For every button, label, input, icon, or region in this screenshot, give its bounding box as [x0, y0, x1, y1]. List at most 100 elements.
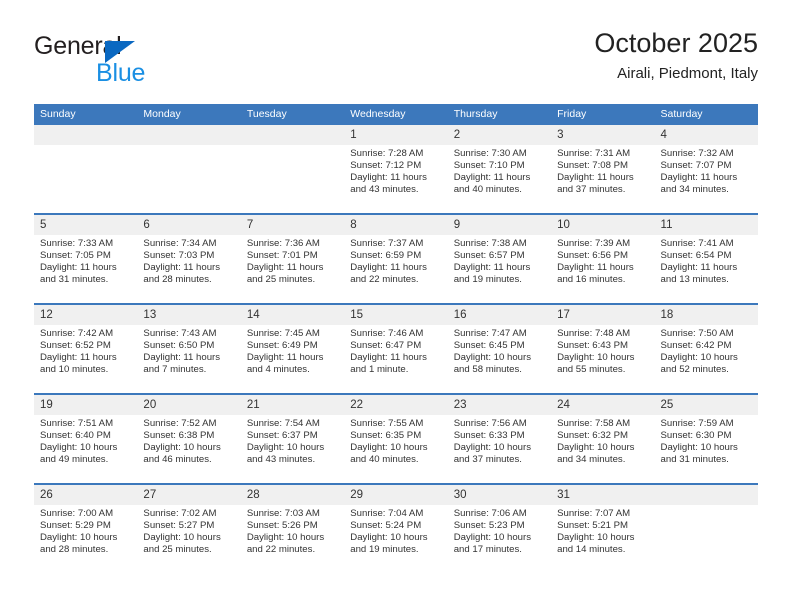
- day-number: [240, 125, 345, 145]
- calendar-day-cell[interactable]: 14 Sunrise: 7:45 AM Sunset: 6:49 PM Dayligh…: [240, 303, 345, 394]
- day-number: 11: [654, 215, 758, 235]
- sunrise-text: Sunrise: 7:34 AM: [143, 238, 217, 249]
- calendar-day-cell-empty[interactable]: [34, 125, 138, 214]
- calendar-day-cell[interactable]: 27 Sunrise: 7:02 AM Sunset: 5:27 PM Dayligh…: [137, 483, 241, 573]
- sunrise-text: Sunrise: 7:48 AM: [557, 328, 631, 339]
- sunset-text: Sunset: 7:01 PM: [246, 250, 318, 262]
- day-number: 23: [447, 395, 552, 415]
- calendar-day-cell[interactable]: 28 Sunrise: 7:03 AM Sunset: 5:26 PM Dayligh…: [240, 483, 345, 573]
- page-title: October 2025: [594, 28, 758, 58]
- calendar-day-cell[interactable]: 3 Sunrise: 7:31 AM Sunset: 7:08 PM Daylight…: [551, 125, 655, 214]
- daylight-text-line2: and 55 minutes.: [557, 364, 626, 376]
- calendar-day-cell[interactable]: 20 Sunrise: 7:52 AM Sunset: 6:38 PM Dayligh…: [137, 393, 241, 484]
- calendar-day-cell[interactable]: 10 Sunrise: 7:39 AM Sunset: 6:56 PM Dayligh…: [551, 213, 655, 304]
- sunrise-text: Sunrise: 7:30 AM: [453, 148, 527, 159]
- daylight-text-line2: and 49 minutes.: [40, 454, 109, 466]
- day-sun-info: Sunrise: 7:03 AM Sunset: 5:26 PM Daylight:…: [241, 505, 344, 556]
- calendar-day-cell[interactable]: 22 Sunrise: 7:55 AM Sunset: 6:35 PM Dayligh…: [344, 393, 448, 484]
- sunset-text: Sunset: 6:38 PM: [143, 430, 215, 442]
- daylight-text-line2: and 22 minutes.: [350, 274, 419, 286]
- weekday-header-tuesday: Tuesday: [240, 104, 345, 125]
- sunrise-text: Sunrise: 7:39 AM: [557, 238, 631, 249]
- day-number: [654, 485, 758, 505]
- calendar-day-cell[interactable]: 26 Sunrise: 7:00 AM Sunset: 5:29 PM Dayligh…: [34, 483, 138, 573]
- day-sun-info: Sunrise: 7:47 AM Sunset: 6:45 PM Daylight:…: [448, 325, 551, 376]
- day-sun-info: Sunrise: 7:51 AM Sunset: 6:40 PM Daylight:…: [34, 415, 137, 466]
- daylight-text-line1: Daylight: 10 hours: [350, 532, 428, 544]
- calendar-day-cell-empty[interactable]: [654, 483, 758, 573]
- calendar-day-cell[interactable]: 18 Sunrise: 7:50 AM Sunset: 6:42 PM Dayligh…: [654, 303, 758, 394]
- day-sun-info: Sunrise: 7:00 AM Sunset: 5:29 PM Daylight:…: [34, 505, 137, 556]
- sunset-text: Sunset: 6:30 PM: [660, 430, 732, 442]
- sunrise-sunset-calendar: Sunday Monday Tuesday Wednesday Thursday…: [34, 104, 758, 573]
- calendar-day-cell[interactable]: 31 Sunrise: 7:07 AM Sunset: 5:21 PM Dayligh…: [551, 483, 655, 573]
- calendar-day-cell[interactable]: 25 Sunrise: 7:59 AM Sunset: 6:30 PM Dayligh…: [654, 393, 758, 484]
- sunset-text: Sunset: 6:40 PM: [40, 430, 111, 442]
- sunrise-text: Sunrise: 7:55 AM: [350, 418, 424, 429]
- day-sun-info: Sunrise: 7:46 AM Sunset: 6:47 PM Daylight:…: [344, 325, 447, 376]
- daylight-text-line1: Daylight: 11 hours: [246, 352, 324, 364]
- calendar-day-cell[interactable]: 19 Sunrise: 7:51 AM Sunset: 6:40 PM Dayligh…: [34, 393, 138, 484]
- sunrise-text: Sunrise: 7:33 AM: [40, 238, 114, 249]
- daylight-text-line2: and 34 minutes.: [660, 184, 729, 196]
- day-number: 21: [240, 395, 345, 415]
- daylight-text-line1: Daylight: 11 hours: [246, 262, 324, 274]
- daylight-text-line2: and 19 minutes.: [453, 274, 522, 286]
- calendar-day-cell[interactable]: 2 Sunrise: 7:30 AM Sunset: 7:10 PM Daylight…: [447, 125, 552, 214]
- calendar-day-cell[interactable]: 5 Sunrise: 7:33 AM Sunset: 7:05 PM Daylight…: [34, 213, 138, 304]
- sunset-text: Sunset: 6:56 PM: [557, 250, 629, 262]
- day-number: 29: [344, 485, 448, 505]
- day-sun-info: Sunrise: 7:34 AM Sunset: 7:03 PM Daylight:…: [137, 235, 240, 286]
- calendar-day-cell[interactable]: 8 Sunrise: 7:37 AM Sunset: 6:59 PM Daylight…: [344, 213, 448, 304]
- day-number: 4: [654, 125, 758, 145]
- day-number: 16: [447, 305, 552, 325]
- daylight-text-line1: Daylight: 10 hours: [40, 442, 118, 454]
- daylight-text-line1: Daylight: 10 hours: [143, 442, 221, 454]
- daylight-text-line1: Daylight: 10 hours: [143, 532, 221, 544]
- calendar-day-cell[interactable]: 12 Sunrise: 7:42 AM Sunset: 6:52 PM Dayligh…: [34, 303, 138, 394]
- weekday-header-friday: Friday: [551, 104, 655, 125]
- sunrise-text: Sunrise: 7:51 AM: [40, 418, 114, 429]
- sunrise-text: Sunrise: 7:36 AM: [246, 238, 320, 249]
- weekday-header-sunday: Sunday: [34, 104, 138, 125]
- calendar-day-cell-empty[interactable]: [240, 125, 345, 214]
- calendar-day-cell[interactable]: 15 Sunrise: 7:46 AM Sunset: 6:47 PM Dayligh…: [344, 303, 448, 394]
- day-number: 15: [344, 305, 448, 325]
- sunset-text: Sunset: 7:10 PM: [453, 160, 525, 172]
- sunset-text: Sunset: 6:52 PM: [40, 340, 111, 352]
- calendar-day-cell[interactable]: 16 Sunrise: 7:47 AM Sunset: 6:45 PM Dayligh…: [447, 303, 552, 394]
- calendar-day-cell[interactable]: 4 Sunrise: 7:32 AM Sunset: 7:07 PM Daylight…: [654, 125, 758, 214]
- daylight-text-line2: and 31 minutes.: [660, 454, 729, 466]
- day-number: 30: [447, 485, 552, 505]
- calendar-day-cell[interactable]: 24 Sunrise: 7:58 AM Sunset: 6:32 PM Dayligh…: [551, 393, 655, 484]
- calendar-day-cell[interactable]: 9 Sunrise: 7:38 AM Sunset: 6:57 PM Daylight…: [447, 213, 552, 304]
- calendar-day-cell[interactable]: 13 Sunrise: 7:43 AM Sunset: 6:50 PM Dayligh…: [137, 303, 241, 394]
- general-blue-logo: General Blue: [34, 26, 254, 88]
- daylight-text-line1: Daylight: 11 hours: [557, 172, 634, 184]
- calendar-day-cell[interactable]: 29 Sunrise: 7:04 AM Sunset: 5:24 PM Dayligh…: [344, 483, 448, 573]
- calendar-day-cell[interactable]: 1 Sunrise: 7:28 AM Sunset: 7:12 PM Daylight…: [344, 125, 448, 214]
- calendar-day-cell[interactable]: 23 Sunrise: 7:56 AM Sunset: 6:33 PM Dayligh…: [447, 393, 552, 484]
- calendar-day-cell-empty[interactable]: [137, 125, 241, 214]
- daylight-text-line2: and 16 minutes.: [557, 274, 626, 286]
- calendar-header-row: Sunday Monday Tuesday Wednesday Thursday…: [34, 104, 758, 125]
- day-sun-info: Sunrise: 7:31 AM Sunset: 7:08 PM Daylight:…: [551, 145, 654, 196]
- sunrise-text: Sunrise: 7:03 AM: [246, 508, 320, 519]
- calendar-day-cell[interactable]: 17 Sunrise: 7:48 AM Sunset: 6:43 PM Dayligh…: [551, 303, 655, 394]
- sunset-text: Sunset: 7:07 PM: [660, 160, 732, 172]
- day-sun-info: Sunrise: 7:37 AM Sunset: 6:59 PM Daylight:…: [344, 235, 447, 286]
- daylight-text-line2: and 25 minutes.: [143, 544, 212, 556]
- calendar-day-cell[interactable]: 30 Sunrise: 7:06 AM Sunset: 5:23 PM Dayligh…: [447, 483, 552, 573]
- calendar-week-row: 5 Sunrise: 7:33 AM Sunset: 7:05 PM Daylight…: [34, 213, 758, 304]
- calendar-day-cell[interactable]: 7 Sunrise: 7:36 AM Sunset: 7:01 PM Daylight…: [240, 213, 345, 304]
- day-sun-info: Sunrise: 7:32 AM Sunset: 7:07 PM Daylight:…: [655, 145, 758, 196]
- sunset-text: Sunset: 5:21 PM: [557, 520, 629, 532]
- calendar-day-cell[interactable]: 11 Sunrise: 7:41 AM Sunset: 6:54 PM Dayligh…: [654, 213, 758, 304]
- day-number: 10: [551, 215, 655, 235]
- calendar-day-cell[interactable]: 6 Sunrise: 7:34 AM Sunset: 7:03 PM Daylight…: [137, 213, 241, 304]
- day-sun-info: Sunrise: 7:41 AM Sunset: 6:54 PM Daylight:…: [655, 235, 758, 286]
- calendar-day-cell[interactable]: 21 Sunrise: 7:54 AM Sunset: 6:37 PM Dayligh…: [240, 393, 345, 484]
- sunset-text: Sunset: 7:12 PM: [350, 160, 422, 172]
- weekday-header-monday: Monday: [137, 104, 241, 125]
- day-sun-info: Sunrise: 7:36 AM Sunset: 7:01 PM Daylight:…: [241, 235, 344, 286]
